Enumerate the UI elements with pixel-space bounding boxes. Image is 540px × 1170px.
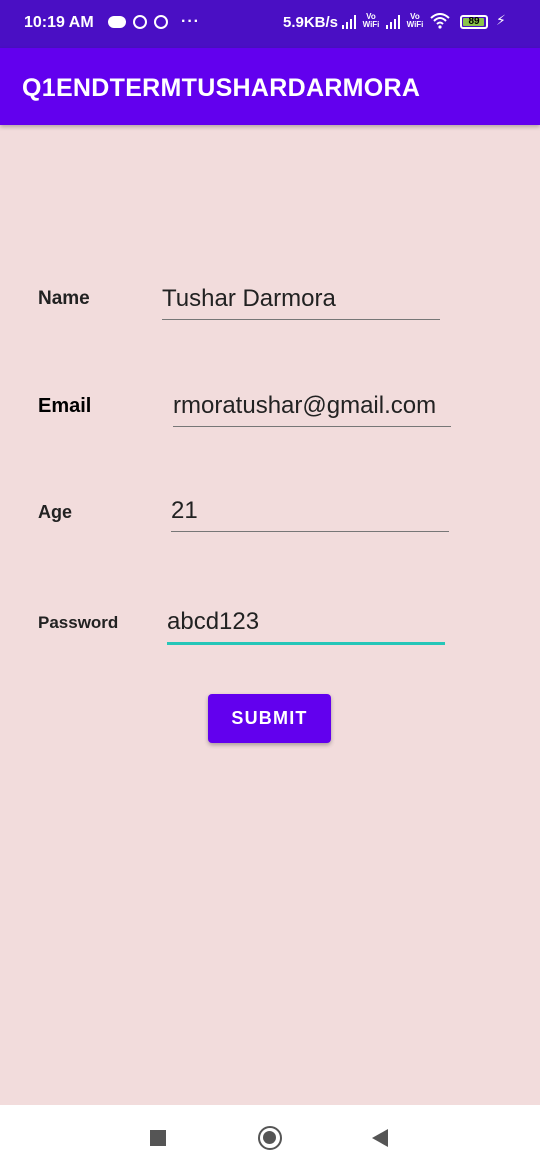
network-speed: 5.9KB/s bbox=[283, 14, 339, 31]
status-bar: 10:19 AM ··· 5.9KB/s Vo WiFi Vo WiFi 89 … bbox=[0, 0, 540, 48]
submit-button[interactable]: SUBMIT bbox=[208, 694, 331, 743]
email-field[interactable] bbox=[173, 392, 451, 427]
status-system-icons: Vo WiFi Vo WiFi 89 ⚡ bbox=[342, 12, 506, 29]
age-field[interactable] bbox=[171, 497, 449, 532]
cloud-icon bbox=[108, 16, 126, 28]
vowifi-icon: Vo WiFi bbox=[406, 12, 424, 29]
name-field[interactable] bbox=[162, 285, 440, 320]
navigation-bar bbox=[0, 1105, 540, 1170]
back-icon[interactable] bbox=[372, 1129, 388, 1147]
recents-icon[interactable] bbox=[150, 1130, 166, 1146]
status-time: 10:19 AM bbox=[24, 14, 94, 31]
battery-icon: 89 bbox=[460, 15, 488, 29]
vowifi-icon: Vo WiFi bbox=[362, 12, 380, 29]
name-label: Name bbox=[38, 288, 90, 309]
status-notification-icons: ··· bbox=[108, 13, 200, 31]
password-field[interactable] bbox=[167, 608, 445, 645]
signal-icon bbox=[342, 13, 356, 29]
app-title: Q1ENDTERMTUSHARDARMORA bbox=[22, 74, 421, 102]
sync-icon bbox=[133, 15, 147, 29]
wifi-icon bbox=[430, 13, 450, 29]
charging-icon: ⚡ bbox=[496, 12, 506, 28]
age-label: Age bbox=[38, 502, 73, 522]
more-notifications-icon: ··· bbox=[181, 13, 200, 30]
home-icon[interactable] bbox=[258, 1126, 282, 1150]
battery-level: 89 bbox=[468, 16, 480, 27]
signal-icon bbox=[386, 13, 400, 29]
email-label: Email bbox=[38, 395, 92, 417]
sync-icon bbox=[154, 15, 168, 29]
app-bar: Q1ENDTERMTUSHARDARMORA bbox=[0, 48, 540, 125]
password-label: Password bbox=[38, 613, 119, 632]
